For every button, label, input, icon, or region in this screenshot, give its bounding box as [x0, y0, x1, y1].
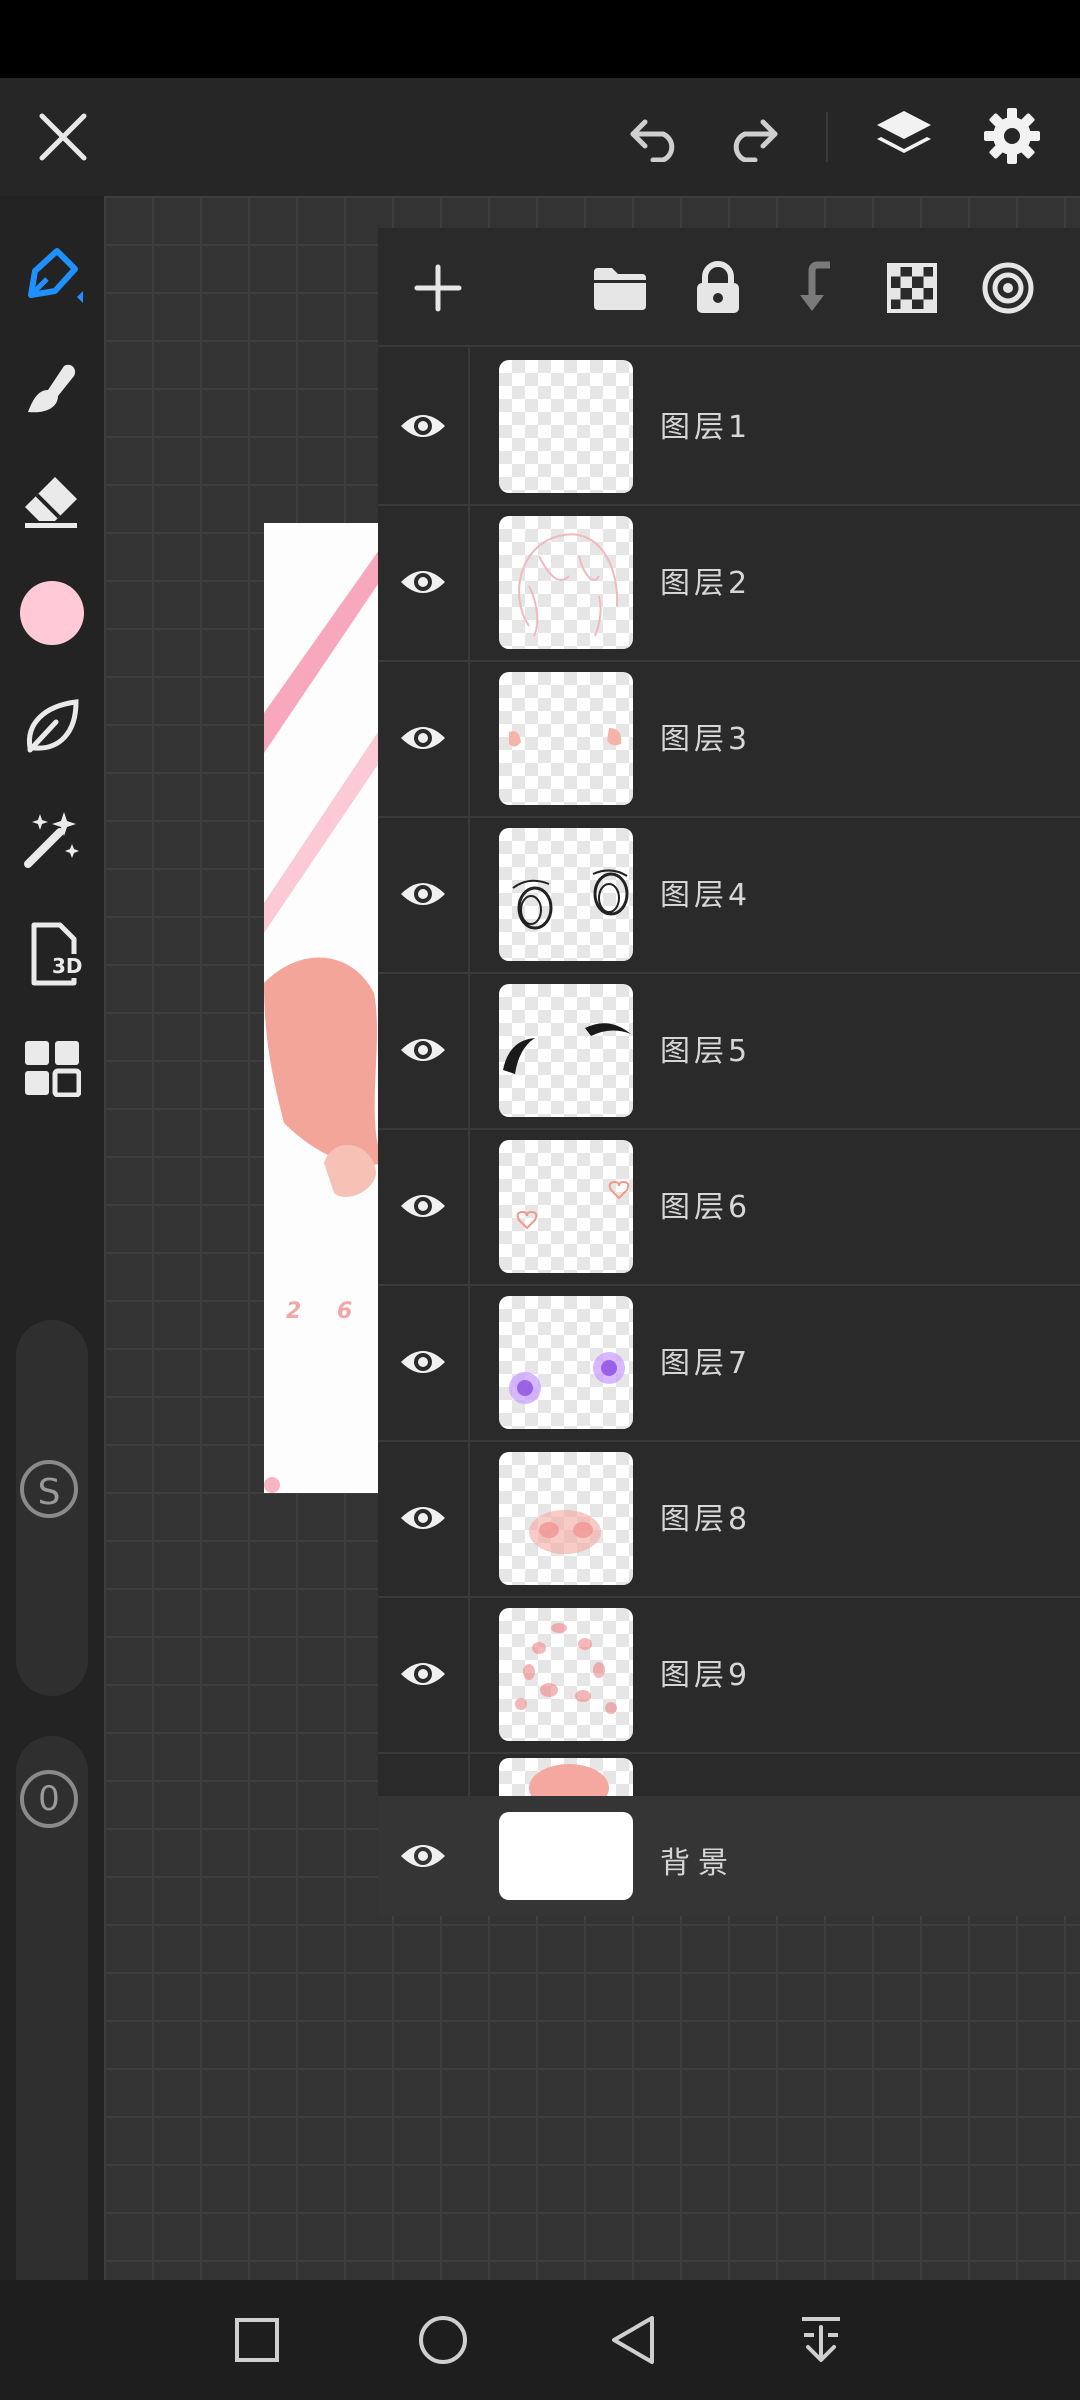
layer-row-8[interactable]: 图层8 [378, 1440, 1080, 1598]
visibility-toggle[interactable] [378, 1128, 470, 1284]
layer-name: 图层3 [660, 722, 752, 757]
layer-name: 图层1 [660, 410, 752, 445]
layer-thumbnail [499, 360, 633, 493]
eye-icon [401, 1507, 445, 1529]
layer-row-9[interactable]: 图层9 [378, 1596, 1080, 1754]
grid-icon[interactable] [14, 1030, 90, 1106]
tool-sidebar: 3D S 0 [0, 196, 104, 2334]
settings-icon[interactable] [976, 100, 1048, 172]
layer-name: 图层7 [660, 1346, 752, 1381]
magic-wand-icon[interactable] [14, 802, 90, 878]
layer-panel-toolbar [378, 228, 1080, 346]
transparency-icon[interactable] [880, 256, 944, 320]
layer-row-partial[interactable] [378, 1752, 1080, 1796]
layer-thumbnail [499, 1140, 633, 1273]
redo-icon[interactable] [718, 102, 788, 172]
back-icon[interactable] [598, 2310, 668, 2370]
toolbar-divider [826, 112, 828, 162]
size-slider-label: S [20, 1460, 78, 1518]
eye-icon [401, 415, 445, 437]
smudge-icon[interactable] [14, 350, 90, 426]
top-toolbar [0, 78, 1080, 196]
artwork-text: 2 6 [286, 1299, 367, 1324]
visibility-toggle[interactable] [378, 1284, 470, 1440]
layer-name: 图层4 [660, 878, 752, 913]
background-thumbnail [499, 1812, 633, 1900]
visibility-toggle[interactable] [378, 504, 470, 660]
background-layer-name: 背景 [660, 1846, 736, 1881]
layers-icon[interactable] [868, 100, 940, 172]
layer-row-4[interactable]: 图层4 [378, 816, 1080, 974]
merge-down-icon[interactable] [784, 256, 848, 320]
layer-thumbnail [499, 1452, 633, 1585]
add-icon[interactable] [408, 258, 468, 318]
layer-thumbnail [499, 1296, 633, 1429]
undo-icon[interactable] [620, 102, 690, 172]
opacity-slider-label: 0 [20, 1770, 78, 1828]
brush-icon[interactable] [14, 238, 90, 314]
lock-icon[interactable] [686, 256, 750, 320]
eye-icon [401, 1845, 445, 1867]
panel-toolbar-divider [378, 345, 1080, 347]
eye-icon [401, 571, 445, 593]
partial-eye-column [378, 1752, 470, 1796]
eraser-icon[interactable] [14, 462, 90, 538]
visibility-toggle[interactable] [378, 816, 470, 972]
home-icon[interactable] [408, 2310, 478, 2370]
layer-thumbnail [499, 1758, 633, 1796]
visibility-toggle[interactable] [378, 348, 470, 504]
eye-icon [401, 883, 445, 905]
visibility-toggle[interactable] [378, 1596, 470, 1752]
layer-thumbnail [499, 1608, 633, 1741]
visibility-toggle[interactable] [378, 1796, 468, 1916]
eye-icon [401, 727, 445, 749]
eye-icon [401, 1663, 445, 1685]
leaf-icon[interactable] [14, 688, 90, 764]
eye-icon [401, 1351, 445, 1373]
notification-down-icon[interactable] [786, 2310, 856, 2370]
layer-row-3[interactable]: 图层3 [378, 660, 1080, 818]
layer-name: 图层6 [660, 1190, 752, 1225]
3d-label: 3D [50, 954, 85, 978]
layer-row-7[interactable]: 图层7 [378, 1284, 1080, 1442]
layer-name: 图层9 [660, 1658, 752, 1693]
layer-thumbnail [499, 828, 633, 961]
close-icon[interactable] [28, 104, 98, 170]
folder-icon[interactable] [588, 258, 652, 318]
visibility-toggle[interactable] [378, 660, 470, 816]
layer-thumbnail [499, 516, 633, 649]
layer-row-5[interactable]: 图层5 [378, 972, 1080, 1130]
eye-icon [401, 1195, 445, 1217]
layer-row-6[interactable]: 图层6 [378, 1128, 1080, 1286]
system-nav-bar [0, 2280, 1080, 2400]
blend-mode-icon[interactable] [976, 256, 1040, 320]
recent-apps-icon[interactable] [222, 2310, 292, 2370]
background-layer-row[interactable]: 背景 [378, 1796, 1080, 1916]
visibility-toggle[interactable] [378, 972, 470, 1128]
layer-name: 图层5 [660, 1034, 752, 1069]
layer-name: 图层2 [660, 566, 752, 601]
layer-panel: 图层1 图层2 图层3 图层4 图层5 图层6 图层7 图层8 图层9 背景 [378, 228, 1080, 1916]
layer-row-2[interactable]: 图层2 [378, 504, 1080, 662]
layer-thumbnail [499, 672, 633, 805]
eye-icon [401, 1039, 445, 1061]
layer-row-1[interactable]: 图层1 [378, 348, 1080, 506]
visibility-toggle[interactable] [378, 1440, 470, 1596]
status-bar [0, 0, 1080, 78]
layer-name: 图层8 [660, 1502, 752, 1537]
layer-thumbnail [499, 984, 633, 1117]
3d-icon[interactable]: 3D [14, 916, 90, 992]
color-swatch[interactable] [20, 581, 84, 645]
